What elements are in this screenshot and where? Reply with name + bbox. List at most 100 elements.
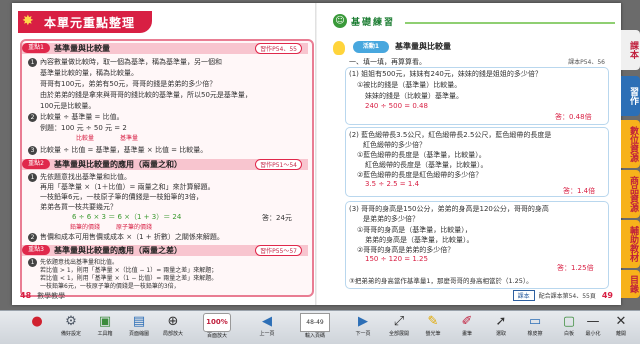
settings-button[interactable]: ⚙ 備好設定 xyxy=(54,311,88,344)
question-stem: 是弟弟的多少倍？ xyxy=(363,215,419,223)
question-stem: (1) 姐姐有500元，妹妹有240元，妹妹的錢是姐姐的多少倍？ xyxy=(349,70,542,78)
highlighter-button[interactable]: ✎ 螢光筆 xyxy=(416,311,450,344)
question-part: ①哥哥的身高是（基準量，比較量）， xyxy=(357,226,472,234)
calculation: 240 ÷ 500 = 0.48 xyxy=(365,102,428,110)
summary-line: 哥哥有100元，弟弟有50元，哥哥的錢是弟弟的多少倍？ xyxy=(40,80,217,88)
answer: 答：24元 xyxy=(262,214,292,222)
tool-label: 上一頁 xyxy=(259,331,275,337)
eraser-button[interactable]: ▭ 橡皮擦 xyxy=(518,311,552,344)
tool-label: 工具箱 xyxy=(97,331,113,337)
calculation: 3.5 ÷ 2.5 = 1.4 xyxy=(365,180,420,188)
section-tag: 重點1 xyxy=(22,43,50,53)
zoom-icon: ⊕ xyxy=(167,314,179,329)
section-ref[interactable]: 習作P54、55 xyxy=(255,43,302,54)
left-page[interactable]: ✸ 本單元重點整理 重點1 基準量與比較量 習作P54、55 1 內容數量做比較時… xyxy=(12,3,316,305)
summary-line: 由於弟弟的錢是拿來與哥哥的錢比較的基準量，所以50元是基準量， xyxy=(40,91,252,99)
lightbulb-icon xyxy=(333,41,345,55)
pen-button[interactable]: ✐ 畫筆 xyxy=(450,311,484,344)
left-page-footer: 48 數學教學 xyxy=(20,291,66,300)
highlighter-icon: ✎ xyxy=(427,314,439,329)
toolbox-button[interactable]: ▣ 工具箱 xyxy=(88,311,122,344)
tool-label: 百面放大 xyxy=(206,333,227,339)
answer: 答：1.25倍 xyxy=(557,264,594,272)
tool-label: 離開 xyxy=(615,331,626,337)
tool-label: 輸入頁碼 xyxy=(304,333,325,339)
section-title: 基準量與比較量的應用（兩量之和） xyxy=(54,160,182,169)
header-rule xyxy=(405,22,615,24)
summary-line: 2 比較量 ÷ 基準量 = 比值。 xyxy=(28,112,124,122)
tab-digital-resources[interactable]: 數位資源 xyxy=(621,120,640,168)
question-part: 紅色緞帶的長度是（基準量，比較量）。 xyxy=(365,161,488,169)
minimize-icon: — xyxy=(586,314,600,329)
book-viewer: ✸ 本單元重點整理 重點1 基準量與比較量 習作P54、55 1 內容數量做比較時… xyxy=(0,0,640,310)
thumbnail-icon: ▤ xyxy=(132,314,146,329)
summary-line: 基準量比較的量，稱為比較量。 xyxy=(40,69,138,77)
question-stem: (2) 藍色緞帶長3.5公尺，紅色緞帶長2.5公尺，藍色緞帶的長度是 xyxy=(349,131,552,139)
gear-icon: ⚙ xyxy=(65,314,77,329)
textbook-ref[interactable]: 課本P54、56 xyxy=(568,57,605,66)
activity-tag: 活動1 xyxy=(353,41,389,53)
summary-line: 一枝鉛筆6元，一枝原子筆的價錢是一枝鉛筆的3倍， xyxy=(40,283,180,290)
eq-label: 比較量 xyxy=(76,135,95,142)
question-part: 妹妹的錢是（比較量）基準量。 xyxy=(365,92,463,100)
section-title: 基準量與比較量 xyxy=(54,44,110,53)
tab-aux-materials[interactable]: 輔助教材 xyxy=(621,220,640,268)
page-input[interactable]: 48-49 輸入頁碼 xyxy=(298,311,332,344)
textbook-button[interactable]: 課本 xyxy=(512,290,535,301)
right-page-footer: 課本 配合課本第54、55頁 49 xyxy=(512,290,613,301)
tool-label: 螢光筆 xyxy=(425,331,441,337)
prev-page-button[interactable]: ◀ 上一頁 xyxy=(250,311,284,344)
question-part: ①藍色緞帶的長度是（基準量，比較量）。 xyxy=(357,151,486,159)
right-page[interactable]: ☺ 基礎練習 活動1 基準量與比較量 課本P54、56 一、填一填，再算算看。 … xyxy=(317,3,621,305)
select-button[interactable]: ➚ 選取 xyxy=(484,311,518,344)
right-page-title: 基礎練習 xyxy=(351,18,396,28)
tool-label: 選取 xyxy=(495,331,506,337)
next-page-button[interactable]: ▶ 下一頁 xyxy=(346,311,380,344)
thumbnail-button[interactable]: ▤ 頁面縮圖 xyxy=(122,311,156,344)
local-zoom-button[interactable]: ⊕ 局部放大 xyxy=(156,311,190,344)
page-zoom-button[interactable]: 100% 百面放大 xyxy=(200,311,234,344)
tab-contents[interactable]: 目錄 xyxy=(621,270,640,298)
star-icon: ✸ xyxy=(22,13,34,29)
summary-line: 2 售價和成本可用售價或成本 ×（1 + 折數）之關係來解題。 xyxy=(28,232,224,242)
summary-line: 例題：100 元 ÷ 50 元 = 2 xyxy=(40,124,127,132)
tab-workbook[interactable]: 習作 xyxy=(621,76,640,116)
eq-label: 基準量 xyxy=(120,135,139,142)
summary-line: 3 比較量 ÷ 比值 = 基準量，基準量 × 比值 = 比較量。 xyxy=(28,145,207,155)
page-number: 48 xyxy=(20,291,32,300)
instruction: 一、填一填，再算算看。 xyxy=(349,58,426,66)
exit-button[interactable]: ✕ 離開 xyxy=(604,311,638,344)
question-part: 弟弟的身高是（基準量，比較量）。 xyxy=(365,236,474,244)
eraser-icon: ▭ xyxy=(528,314,542,329)
section-ref[interactable]: 習作P55～57 xyxy=(255,245,302,256)
expand-all-icon: ⤢ xyxy=(393,314,405,329)
summary-line: 100元是比較量。 xyxy=(40,102,96,110)
answer: 答：1.4倍 xyxy=(563,187,596,195)
question-part: ③把弟弟的身高當作基準量1，那麼哥哥的身高相當於（1.25）。 xyxy=(349,277,533,285)
section-ref[interactable]: 習作P51～54 xyxy=(255,159,302,170)
right-page-header: ☺ 基礎練習 xyxy=(333,14,615,29)
exit-icon: ✕ xyxy=(615,314,627,329)
tab-textbook[interactable]: 課本 xyxy=(621,30,640,70)
tool-label: 畫筆 xyxy=(461,331,472,337)
book-spread: ✸ 本單元重點整理 重點1 基準量與比較量 習作P54、55 1 內容數量做比較時… xyxy=(12,3,621,305)
left-page-title: 本單元重點整理 xyxy=(44,16,136,30)
tool-label: 橡皮擦 xyxy=(527,331,543,337)
left-page-header: ✸ 本單元重點整理 xyxy=(18,11,152,33)
question-stem: 紅色緞帶的多少倍？ xyxy=(363,141,426,149)
question-stem: (3) 哥哥的身高是150公分，弟弟的身高是120公分，哥哥的身高 xyxy=(349,205,549,213)
worked-equation: 6 ÷ 6 × 3 ＝ 6 ×（1 + 3）＝ 24 xyxy=(72,213,182,221)
summary-line: 1 先依題意找出基準量和比值。 xyxy=(28,172,131,182)
tool-label: 全部展開 xyxy=(388,331,409,337)
calculation: 150 ÷ 120 = 1.25 xyxy=(365,255,428,263)
app-logo[interactable]: ● xyxy=(20,311,54,344)
section-tag: 重點2 xyxy=(22,159,50,169)
question-part: ②哥哥的身高是弟弟的多少倍？ xyxy=(357,246,455,254)
tab-product-resources[interactable]: 商品資源 xyxy=(621,170,640,218)
summary-line: 一枝鉛筆6元，一枝原子筆的價錢是一枝鉛筆的3倍， xyxy=(40,193,203,201)
bottom-toolbar: ● ⚙ 備好設定 ▣ 工具箱 ▤ 頁面縮圖 ⊕ 局部放大 100% 百面放大 ◀ 上一頁 4… xyxy=(0,310,640,344)
summary-line: 再用「基準量 ×（1＋比值）= 兩量之和」來計算解題。 xyxy=(40,183,215,191)
expand-all-button[interactable]: ⤢ 全部展開 xyxy=(382,311,416,344)
robot-icon: ☺ xyxy=(333,14,347,28)
page-input-icon: 48-49 xyxy=(300,313,330,332)
